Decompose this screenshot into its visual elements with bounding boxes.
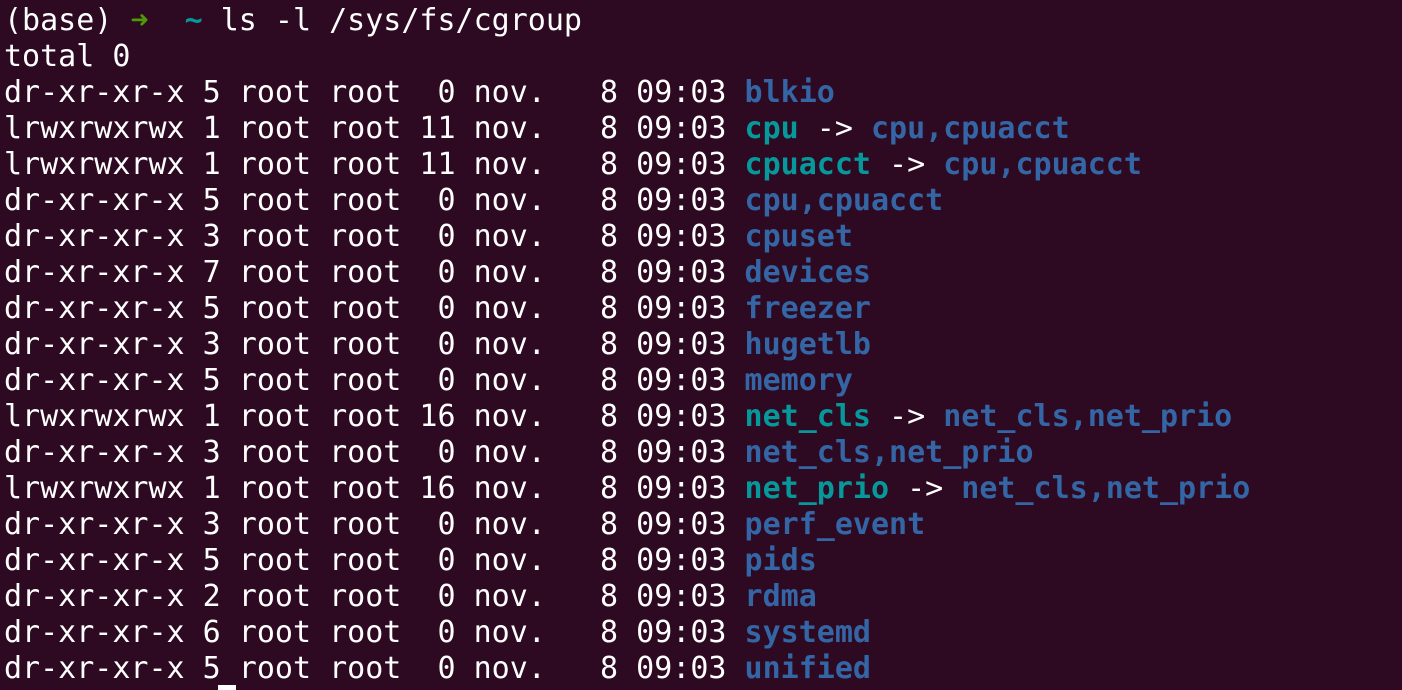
entry-meta: dr-xr-xr-x 5 root root 0 nov. 8 09:03 [4,363,727,398]
entry-meta: dr-xr-xr-x 5 root root 0 nov. 8 09:03 [4,651,727,686]
listing-row: dr-xr-xr-x 5 root root 0 nov. 8 09:03 bl… [4,75,835,111]
symlink-target: cpu,cpuacct [870,111,1070,146]
directory-name: net_cls,net_prio [744,435,1034,470]
entry-meta: dr-xr-xr-x 5 root root 0 nov. 8 09:03 [4,75,727,110]
prompt-line: (base) ➜ ~ ls -l /sys/fs/cgroup [4,3,582,39]
listing-row: lrwxrwxrwx 1 root root 16 nov. 8 09:03 n… [4,471,1250,507]
listing-row: dr-xr-xr-x 5 root root 0 nov. 8 09:03 un… [4,651,871,687]
entry-meta: lrwxrwxrwx 1 root root 16 nov. 8 09:03 [4,399,727,434]
symlink-name: net_cls [744,399,871,434]
entry-meta: dr-xr-xr-x 2 root root 0 nov. 8 09:03 [4,579,727,614]
symlink-name: net_prio [744,471,890,506]
symlink-target: net_cls,net_prio [943,399,1233,434]
symlink-arrow: -> [870,147,944,182]
listing-row: dr-xr-xr-x 5 root root 0 nov. 8 09:03 fr… [4,291,871,327]
symlink-name: cpuacct [744,147,871,182]
entry-meta: lrwxrwxrwx 1 root root 11 nov. 8 09:03 [4,147,727,182]
directory-name: memory [744,363,853,398]
entry-meta: dr-xr-xr-x 7 root root 0 nov. 8 09:03 [4,255,727,290]
listing-row: lrwxrwxrwx 1 root root 11 nov. 8 09:03 c… [4,111,1070,147]
directory-name: pids [744,543,817,578]
symlink-target: cpu,cpuacct [943,147,1142,182]
command-text: ls -l /sys/fs/cgroup [220,3,582,38]
conda-env-label: (base) [4,3,113,38]
listing-row: dr-xr-xr-x 5 root root 0 nov. 8 09:03 pi… [4,543,817,579]
entry-meta: lrwxrwxrwx 1 root root 16 nov. 8 09:03 [4,471,727,506]
entry-meta: dr-xr-xr-x 5 root root 0 nov. 8 09:03 [4,291,727,326]
symlink-name: cpu [744,111,799,146]
directory-name: rdma [744,579,817,614]
terminal-window[interactable]: (base) ➜ ~ ls -l /sys/fs/cgroup total 0 … [0,0,1402,690]
directory-name: blkio [744,75,835,110]
entry-meta: dr-xr-xr-x 3 root root 0 nov. 8 09:03 [4,219,727,254]
symlink-target: net_cls,net_prio [961,471,1251,506]
directory-name: unified [744,651,871,686]
symlink-arrow: -> [870,399,944,434]
listing-row: dr-xr-xr-x 3 root root 0 nov. 8 09:03 pe… [4,507,925,543]
listing-row: dr-xr-xr-x 3 root root 0 nov. 8 09:03 cp… [4,219,853,255]
prompt-cwd: ~ [184,3,203,38]
symlink-arrow: -> [889,471,962,506]
listing-row: dr-xr-xr-x 3 root root 0 nov. 8 09:03 hu… [4,327,871,363]
entry-meta: dr-xr-xr-x 3 root root 0 nov. 8 09:03 [4,327,727,362]
listing-row: dr-xr-xr-x 5 root root 0 nov. 8 09:03 cp… [4,183,943,219]
listing-row: dr-xr-xr-x 7 root root 0 nov. 8 09:03 de… [4,255,871,291]
entry-meta: dr-xr-xr-x 5 root root 0 nov. 8 09:03 [4,183,727,218]
listing-row: dr-xr-xr-x 6 root root 0 nov. 8 09:03 sy… [4,615,871,651]
prompt-arrow-icon: ➜ [130,3,149,38]
entry-meta: dr-xr-xr-x 3 root root 0 nov. 8 09:03 [4,507,727,542]
directory-name: systemd [744,615,871,650]
listing-row: dr-xr-xr-x 3 root root 0 nov. 8 09:03 ne… [4,435,1034,471]
entry-meta: dr-xr-xr-x 6 root root 0 nov. 8 09:03 [4,615,727,650]
entry-meta: dr-xr-xr-x 5 root root 0 nov. 8 09:03 [4,543,727,578]
entry-meta: dr-xr-xr-x 3 root root 0 nov. 8 09:03 [4,435,727,470]
directory-name: hugetlb [744,327,871,362]
listing-row: dr-xr-xr-x 5 root root 0 nov. 8 09:03 me… [4,363,853,399]
entry-meta: lrwxrwxrwx 1 root root 11 nov. 8 09:03 [4,111,727,146]
directory-name: perf_event [744,507,926,542]
symlink-arrow: -> [798,111,871,146]
listing-row: lrwxrwxrwx 1 root root 16 nov. 8 09:03 n… [4,399,1232,435]
directory-name: freezer [744,291,871,326]
directory-name: cpu,cpuacct [744,183,944,218]
directory-name: devices [744,255,871,290]
terminal-cursor [218,685,236,690]
listing-row: dr-xr-xr-x 2 root root 0 nov. 8 09:03 rd… [4,579,817,615]
listing-row: lrwxrwxrwx 1 root root 11 nov. 8 09:03 c… [4,147,1142,183]
total-line: total 0 [4,39,131,74]
directory-name: cpuset [744,219,853,254]
